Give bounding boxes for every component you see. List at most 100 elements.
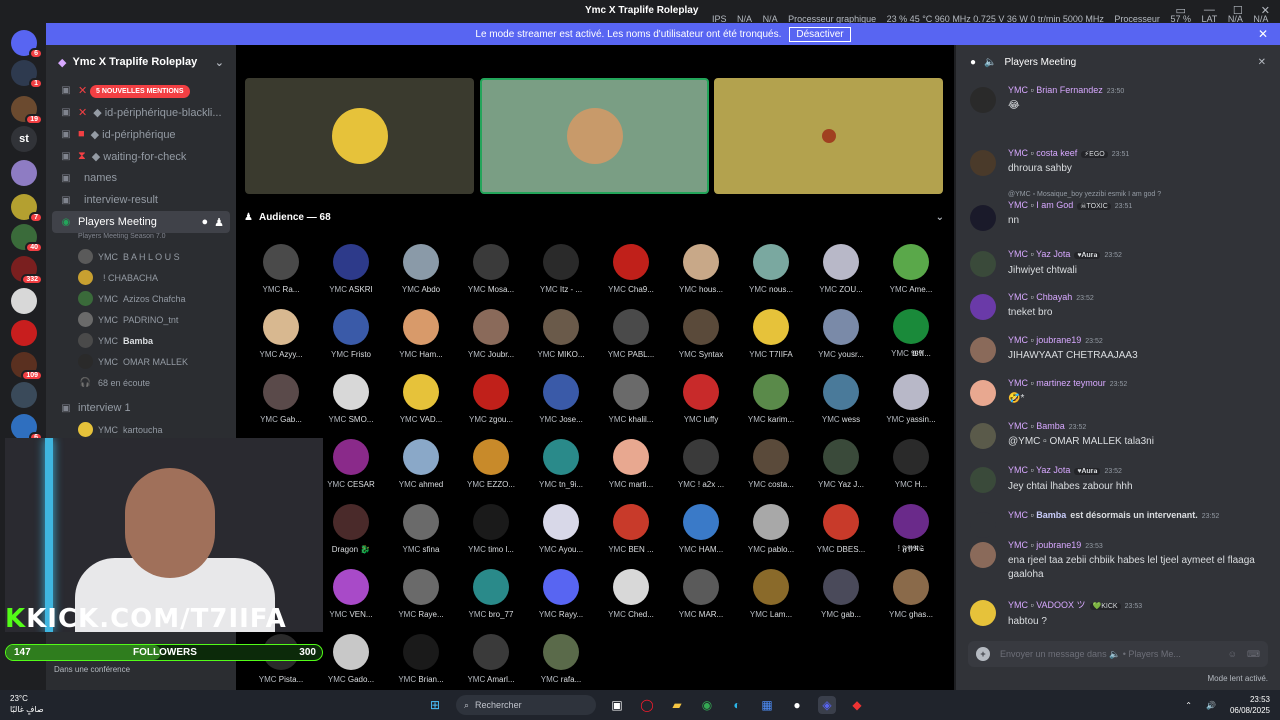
audience-member[interactable]: YMC Ra... <box>246 244 316 294</box>
audience-member[interactable]: YMC hous... <box>666 244 736 294</box>
voice-user[interactable]: YMC PADRINO_tnt <box>46 309 236 330</box>
voice-user[interactable]: YMC Azizos Chafcha <box>46 288 236 309</box>
avatar[interactable] <box>970 467 996 493</box>
chat-icon[interactable]: ● <box>201 216 208 228</box>
audience-member[interactable]: YMC CESAR <box>316 439 386 489</box>
audience-member[interactable]: YMC HAM... <box>666 504 736 554</box>
audience-member[interactable]: YMC EZZO... <box>456 439 526 489</box>
taskbar-search[interactable]: ⌕ Rechercher <box>456 695 596 715</box>
audience-member[interactable]: YMC Brian... <box>386 634 456 684</box>
audience-member[interactable]: YMC pablo... <box>736 504 806 554</box>
server-icon[interactable]: st <box>11 126 37 152</box>
chat-message[interactable]: YMC ▫ costa keef ⚡EGO 23:51 dhroura sahby <box>970 148 1270 176</box>
audience-member[interactable]: YMC bro_77 <box>456 569 526 619</box>
audience-member[interactable]: ! 𝕱𝖄𝕽𝕾 <box>876 504 946 554</box>
username[interactable]: Brian Fernandez <box>1036 85 1103 95</box>
avatar[interactable] <box>970 380 996 406</box>
audience-header[interactable]: ♟ Audience — 68 ⌄ <box>244 208 944 226</box>
emoji-icon[interactable]: ☺ <box>1228 649 1237 659</box>
server-icon[interactable]: 109 <box>11 352 43 381</box>
chevron-down-icon[interactable]: ⌄ <box>936 212 944 223</box>
audience-member[interactable]: YMC Gab... <box>246 374 316 424</box>
audience-member[interactable]: YMC ASKRI <box>316 244 386 294</box>
audience-member[interactable]: YMC Fristo <box>316 309 386 359</box>
audience-member[interactable]: YMC ghas... <box>876 569 946 619</box>
audience-member[interactable]: YMC timo l... <box>456 504 526 554</box>
audience-member[interactable]: YMC rafa... <box>526 634 596 684</box>
audience-member[interactable]: YMC Azyy... <box>246 309 316 359</box>
username[interactable]: VADOOX ツ <box>1036 600 1085 610</box>
speaker-tile[interactable] <box>245 78 474 194</box>
close-icon[interactable]: ✕ <box>1261 4 1270 17</box>
voice-user[interactable]: YMC B A H L O U S <box>46 246 236 267</box>
server-icon[interactable] <box>11 320 37 346</box>
audience-member[interactable]: YMC Abdo <box>386 244 456 294</box>
audience-member[interactable]: YMC luffy <box>666 374 736 424</box>
server-icon[interactable]: 332 <box>11 256 43 285</box>
opera-icon[interactable]: ◯ <box>638 696 656 714</box>
audience-member[interactable]: YMC karim... <box>736 374 806 424</box>
server-icon[interactable]: 40 <box>11 224 43 253</box>
audience-member[interactable]: YMC khalil... <box>596 374 666 424</box>
username[interactable]: Bamba <box>1036 421 1065 431</box>
reply-preview[interactable]: @YMC ▫ Mosaique_boy yezzibi esmik I am g… <box>1008 191 1270 198</box>
audience-member[interactable]: YMC Ched... <box>596 569 666 619</box>
avatar[interactable] <box>970 423 996 449</box>
audience-member[interactable]: YMC wess <box>806 374 876 424</box>
discord-icon[interactable]: ◈ <box>818 696 836 714</box>
audience-member[interactable]: YMC Itz - ... <box>526 244 596 294</box>
channel-item[interactable]: ▣ names <box>46 167 236 189</box>
minimize-icon[interactable]: — <box>1204 4 1215 17</box>
audience-member[interactable]: YMC yousr... <box>806 309 876 359</box>
audience-member[interactable]: YMC ZOU... <box>806 244 876 294</box>
chat-message[interactable]: YMC ▫ joubrane19 23:53 ena rjeel taa zebii… <box>970 540 1270 582</box>
audience-member[interactable]: YMC Ham... <box>386 309 456 359</box>
audience-member[interactable]: YMC 𝖂𝕬... <box>876 309 946 359</box>
username[interactable]: martinez teymour <box>1036 378 1106 388</box>
chat-message[interactable]: YMC ▫ martinez teymour 23:52 🤣* <box>970 378 1270 406</box>
channel-item[interactable]: ▣ ■ ◆ id-périphérique <box>46 123 236 145</box>
chat-message[interactable]: YMC ▫ VADOOX ツ 💚KICK 23:53 habtou ? <box>970 598 1270 629</box>
clock-time[interactable]: 23:53 <box>1230 694 1270 705</box>
interview-user[interactable]: YMC kartoucha <box>46 419 236 440</box>
audience-member[interactable]: YMC Syntax <box>666 309 736 359</box>
avatar[interactable] <box>970 205 996 231</box>
audience-member[interactable]: YMC Lam... <box>736 569 806 619</box>
audience-member[interactable]: YMC VEN... <box>316 569 386 619</box>
store-icon[interactable]: ▦ <box>758 696 776 714</box>
audience-member[interactable]: YMC ! a2x ... <box>666 439 736 489</box>
task-view-icon[interactable]: ▣ <box>608 696 626 714</box>
inbox-icon[interactable]: ▭ <box>1176 4 1186 17</box>
obs-icon[interactable]: ● <box>788 696 806 714</box>
avatar[interactable] <box>970 600 996 626</box>
audience-member[interactable]: YMC Cha9... <box>596 244 666 294</box>
audience-member[interactable]: YMC MAR... <box>666 569 736 619</box>
chat-message[interactable]: YMC ▫ Bamba est désormais un intervenant.… <box>970 510 1270 538</box>
audience-member[interactable]: YMC Mosa... <box>456 244 526 294</box>
chat-message[interactable]: @YMC ▫ Mosaique_boy yezzibi esmik I am g… <box>970 191 1270 231</box>
app-icon[interactable]: ◆ <box>848 696 866 714</box>
chevron-up-icon[interactable]: ⌃ <box>1185 700 1192 711</box>
edge-icon[interactable]: ◐ <box>728 696 746 714</box>
speaker-tile[interactable] <box>480 78 709 194</box>
audience-member[interactable]: YMC Amarl... <box>456 634 526 684</box>
chat-message[interactable]: YMC ▫ Bamba 23:52 @YMC ▫ OMAR MALLEK tala3… <box>970 421 1270 449</box>
audience-member[interactable]: YMC Ame... <box>876 244 946 294</box>
avatar[interactable] <box>970 337 996 363</box>
guild-header[interactable]: ◆ Ymc X Traplife Roleplay ⌄ <box>46 45 236 79</box>
username[interactable]: joubrane19 <box>1036 540 1081 550</box>
audience-member[interactable]: YMC VAD... <box>386 374 456 424</box>
audience-member[interactable]: YMC DBES... <box>806 504 876 554</box>
banner-close-icon[interactable]: ✕ <box>1258 27 1268 41</box>
listening-count[interactable]: 🎧 68 en écoute <box>46 372 236 393</box>
voice-user[interactable]: YMC OMAR MALLEK <box>46 351 236 372</box>
add-attachment-icon[interactable]: + <box>976 647 990 661</box>
audience-member[interactable]: YMC nous... <box>736 244 806 294</box>
audience-member[interactable]: YMC ahmed <box>386 439 456 489</box>
avatar[interactable] <box>970 512 996 538</box>
audience-member[interactable]: YMC tn_9i... <box>526 439 596 489</box>
server-icon[interactable]: 19 <box>11 96 43 125</box>
username[interactable]: costa keef <box>1036 148 1077 158</box>
audience-member[interactable]: YMC BEN ... <box>596 504 666 554</box>
chat-message[interactable]: YMC ▫ Yaz Jota ♥𝐀𝐮𝐫𝐚 23:52 Jey chtai lhabes… <box>970 465 1270 494</box>
